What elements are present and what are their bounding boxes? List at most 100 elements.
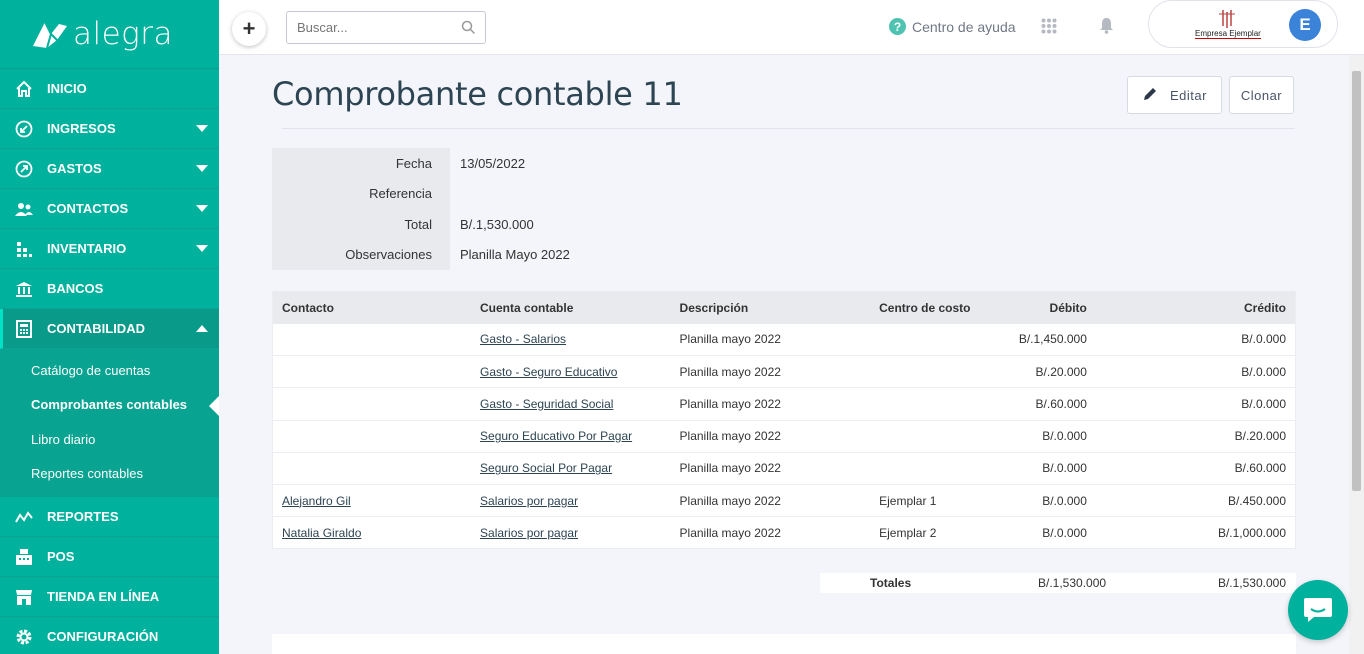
- account-link[interactable]: Gasto - Seguridad Social: [480, 397, 613, 411]
- totals-debit: B/.1,530.000: [1038, 576, 1107, 590]
- edit-button[interactable]: Editar: [1127, 76, 1222, 114]
- sidebar-item-label: BANCOS: [47, 281, 104, 296]
- topbar: + ? Centro de ayuda Empresa Ejemplar E: [219, 0, 1364, 55]
- sidebar-item-label: GASTOS: [47, 161, 102, 176]
- alegra-logo[interactable]: alegra: [0, 0, 219, 69]
- quick-add-button[interactable]: +: [232, 12, 266, 46]
- brand-name: alegra: [73, 16, 174, 52]
- search-icon[interactable]: [461, 20, 476, 38]
- account-link[interactable]: Gasto - Seguro Educativo: [480, 365, 617, 379]
- contact-link[interactable]: Natalia Giraldo: [282, 526, 361, 540]
- store-icon: [14, 587, 34, 607]
- credit-cell: B/.0.000: [1241, 332, 1286, 347]
- table-row: Seguro Social Por Pagar Planilla mayo 20…: [272, 452, 1296, 485]
- column-header-cuenta: Cuenta contable: [480, 300, 574, 315]
- sidebar-item-label: POS: [47, 549, 75, 564]
- credit-cell: B/.60.000: [1234, 461, 1286, 476]
- debit-cell: B/.0.000: [1042, 493, 1087, 508]
- account-link[interactable]: Salarios por pagar: [480, 494, 578, 508]
- sidebar-item-ingresos[interactable]: INGRESOS: [0, 109, 219, 149]
- avatar[interactable]: E: [1289, 9, 1321, 41]
- credit-cell: B/.0.000: [1241, 364, 1286, 379]
- contact-link[interactable]: Alejandro Gil: [282, 494, 351, 508]
- expense-icon: [14, 159, 34, 179]
- sidebar-item-pos[interactable]: POS: [0, 537, 219, 577]
- totals-row: Totales B/.1,530.000 B/.1,530.000: [820, 573, 1296, 593]
- debit-cell: B/.20.000: [1035, 364, 1087, 379]
- info-label: Observaciones: [272, 239, 450, 270]
- submenu-item-libro-diario[interactable]: Libro diario: [0, 422, 219, 457]
- cost-center-cell: Ejemplar 2: [879, 525, 937, 540]
- page-title: Comprobante contable 11: [272, 75, 683, 113]
- credit-cell: B/.20.000: [1234, 429, 1286, 444]
- scrollbar-thumb[interactable]: [1352, 71, 1361, 491]
- help-label: Centro de ayuda: [912, 18, 1016, 35]
- search-input[interactable]: [297, 12, 457, 42]
- chevron-down-icon: [196, 245, 208, 252]
- chat-button[interactable]: [1288, 580, 1348, 640]
- bell-icon[interactable]: [1099, 17, 1114, 37]
- column-header-centro-costo: Centro de costo: [879, 300, 971, 315]
- sidebar-item-label: TIENDA EN LÍNEA: [47, 589, 160, 604]
- debit-cell: B/.1,450.000: [1018, 332, 1087, 347]
- apps-grid-icon[interactable]: [1041, 18, 1057, 37]
- sidebar-item-label: CONTACTOS: [47, 201, 129, 216]
- help-center-link[interactable]: ? Centro de ayuda: [889, 18, 1016, 35]
- bank-icon: [14, 279, 34, 299]
- question-icon: ?: [889, 18, 906, 35]
- divider: [282, 128, 1295, 129]
- scrollbar[interactable]: [1349, 55, 1364, 654]
- info-row-referencia: Referencia: [272, 178, 570, 209]
- clone-button[interactable]: Clonar: [1229, 76, 1294, 114]
- cost-center-cell: [870, 420, 1010, 452]
- debit-cell: B/.60.000: [1035, 396, 1087, 411]
- column-header-descripcion: Descripción: [679, 300, 749, 315]
- company-profile-button[interactable]: Empresa Ejemplar E: [1148, 0, 1338, 48]
- voucher-info: Fecha 13/05/2022 Referencia Total B/.1,5…: [272, 148, 570, 270]
- account-link[interactable]: Seguro Educativo Por Pagar: [480, 429, 632, 443]
- submenu-item-catalogo[interactable]: Catálogo de cuentas: [0, 353, 219, 388]
- income-icon: [14, 119, 34, 139]
- sidebar-item-contabilidad[interactable]: CONTABILIDAD: [0, 309, 219, 349]
- contacts-icon: [14, 199, 34, 219]
- sidebar-item-label: INGRESOS: [47, 121, 116, 136]
- account-link[interactable]: Gasto - Salarios: [480, 332, 566, 346]
- cost-center-cell: Ejemplar 1: [879, 493, 937, 508]
- credit-cell: B/.1,000.000: [1217, 525, 1286, 540]
- sidebar-item-inicio[interactable]: INICIO: [0, 69, 219, 109]
- sidebar-item-label: CONFIGURACIÓN: [47, 629, 159, 644]
- submenu-item-reportes-contables[interactable]: Reportes contables: [0, 457, 219, 492]
- totals-credit: B/.1,530.000: [1217, 576, 1286, 590]
- account-link[interactable]: Seguro Social Por Pagar: [480, 461, 612, 475]
- table-row: Seguro Educativo Por Pagar Planilla mayo…: [272, 420, 1296, 453]
- sidebar-item-gastos[interactable]: GASTOS: [0, 149, 219, 189]
- description-cell: Planilla mayo 2022: [679, 364, 781, 379]
- info-value: 13/05/2022: [460, 155, 526, 171]
- home-icon: [14, 79, 34, 99]
- sidebar-item-reportes[interactable]: REPORTES: [0, 497, 219, 537]
- account-link[interactable]: Salarios por pagar: [480, 526, 578, 540]
- sidebar-item-label: CONTABILIDAD: [47, 321, 145, 336]
- submenu-item-comprobantes[interactable]: Comprobantes contables: [0, 388, 219, 423]
- edit-label: Editar: [1170, 87, 1207, 103]
- credit-cell: B/.0.000: [1241, 396, 1286, 411]
- column-header-credito: Crédito: [1244, 300, 1286, 315]
- info-label: Fecha: [272, 148, 450, 179]
- description-cell: Planilla mayo 2022: [679, 429, 781, 444]
- description-cell: Planilla mayo 2022: [679, 461, 781, 476]
- info-row-observaciones: Observaciones Planilla Mayo 2022: [272, 239, 570, 270]
- sidebar-item-bancos[interactable]: BANCOS: [0, 269, 219, 309]
- sidebar-item-inventario[interactable]: INVENTARIO: [0, 229, 219, 269]
- sidebar: alegra INICIO INGRESOS GASTOS CONTACTOS …: [0, 0, 219, 654]
- sidebar-item-label: INVENTARIO: [47, 241, 127, 256]
- description-cell: Planilla mayo 2022: [679, 396, 781, 411]
- sidebar-item-contactos[interactable]: CONTACTOS: [0, 189, 219, 229]
- table-row: Alejandro Gil Salarios por pagar Planill…: [272, 484, 1296, 517]
- chevron-down-icon: [196, 165, 208, 172]
- chevron-down-icon: [196, 125, 208, 132]
- entries-table: Contacto Cuenta contable Descripción Cen…: [272, 291, 1296, 550]
- sidebar-item-configuracion[interactable]: CONFIGURACIÓN: [0, 617, 219, 654]
- bottom-card: [272, 634, 1296, 654]
- cost-center-cell: [870, 388, 1010, 420]
- sidebar-item-tienda[interactable]: TIENDA EN LÍNEA: [0, 577, 219, 617]
